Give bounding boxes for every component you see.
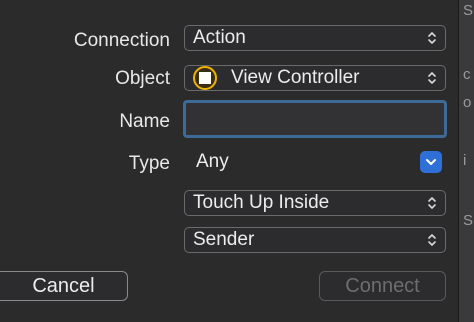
chevron-updown-icon <box>428 197 436 209</box>
edge-glyph: S <box>463 212 474 229</box>
connect-button[interactable]: Connect <box>319 271 446 301</box>
name-label: Name <box>119 111 170 132</box>
event-value: Touch Up Inside <box>193 192 330 213</box>
type-label: Type <box>128 153 170 174</box>
object-value: View Controller <box>231 67 360 88</box>
object-popup[interactable]: View Controller <box>184 65 446 91</box>
edge-glyph: i <box>463 152 467 169</box>
cancel-button[interactable]: Cancel <box>0 271 128 301</box>
arguments-popup[interactable]: Sender <box>184 227 446 253</box>
type-popup[interactable]: Any <box>190 148 444 176</box>
edge-glyph: S <box>463 2 474 19</box>
connection-popup[interactable]: Action <box>184 25 446 51</box>
view-controller-icon <box>193 66 217 90</box>
connection-dialog: S c o i S Connection Action Object View … <box>0 0 474 322</box>
object-label: Object <box>115 68 170 89</box>
name-input[interactable] <box>186 103 444 135</box>
background-edge: S c o i S <box>458 0 474 322</box>
chevron-down-icon <box>426 159 436 165</box>
edge-glyph: c <box>463 66 471 83</box>
chevron-updown-icon <box>428 234 436 246</box>
connection-value: Action <box>193 27 246 48</box>
edge-glyph: o <box>463 94 472 111</box>
connection-label: Connection <box>73 30 170 51</box>
name-field[interactable] <box>183 100 447 138</box>
dropdown-button[interactable] <box>420 151 442 173</box>
type-value: Any <box>196 151 229 172</box>
chevron-updown-icon <box>428 72 436 84</box>
chevron-updown-icon <box>428 32 436 44</box>
arguments-value: Sender <box>193 229 255 250</box>
event-popup[interactable]: Touch Up Inside <box>184 190 446 216</box>
